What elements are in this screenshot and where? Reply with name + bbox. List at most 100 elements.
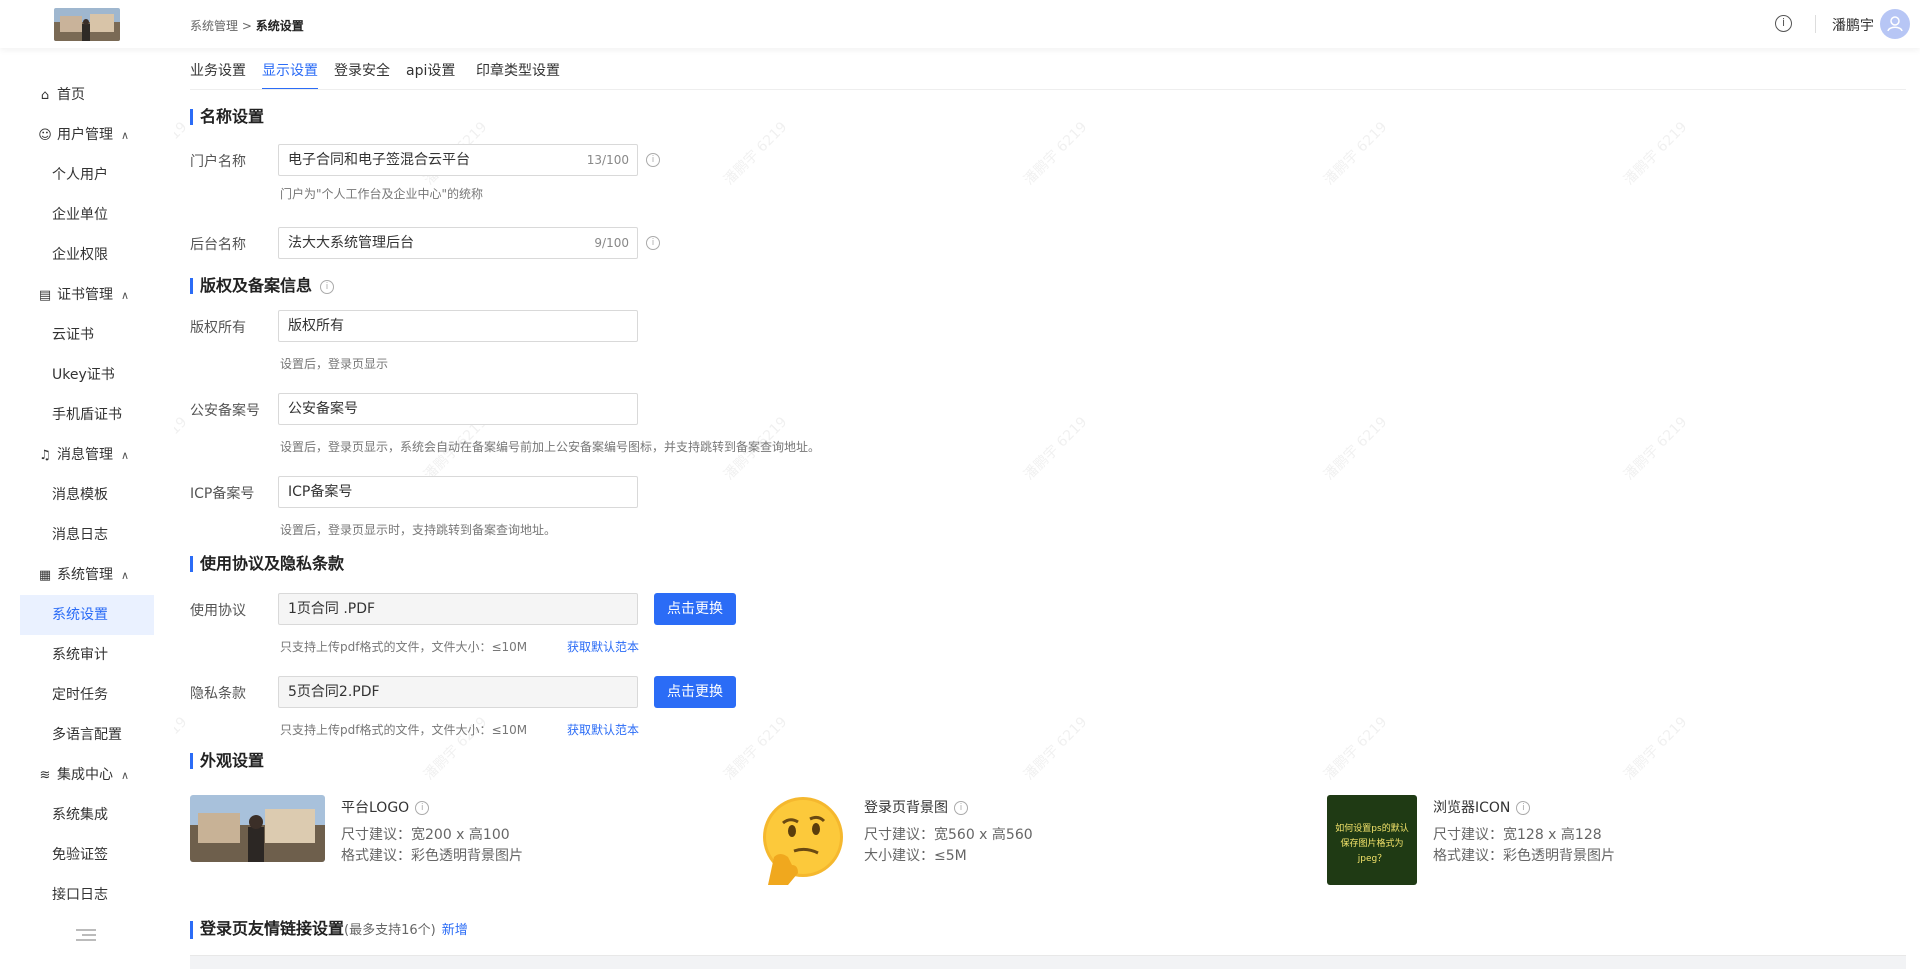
chevron-up-icon: ∧ (121, 569, 130, 582)
get-default-template-link[interactable]: 获取默认范本 (567, 721, 639, 738)
document-icon: ▤ (38, 288, 52, 303)
chevron-up-icon: ∧ (121, 769, 130, 782)
sidebar-group-integration[interactable]: ≋ 集成中心 ∧ (20, 755, 154, 795)
sidebar-item-api-log[interactable]: 接口日志 (20, 875, 154, 915)
sidebar-group-sys-mgmt[interactable]: ▦ 系统管理 ∧ (20, 555, 154, 595)
sidebar-item-exempt-cert[interactable]: 免验证签 (20, 835, 154, 875)
tab-seal-type[interactable]: 印章类型设置 (476, 60, 560, 90)
sidebar-item-ukey-cert[interactable]: Ukey证书 (20, 355, 154, 395)
usage-agreement-label: 使用协议 (190, 603, 246, 619)
avatar[interactable] (1880, 9, 1910, 39)
portal-name-label: 门户名称 (190, 154, 246, 170)
browser-icon-preview[interactable]: 如何设置ps的默认保存图片格式为jpeg？ (1327, 795, 1417, 885)
header-divider (1815, 15, 1816, 33)
copyright-hint: 设置后，登录页显示 (280, 357, 389, 371)
layout-icon: ▦ (38, 568, 52, 583)
sidebar-item-label: 个人用户 (52, 167, 108, 183)
sidebar-group-cert-mgmt[interactable]: ▤ 证书管理 ∧ (20, 275, 154, 315)
portal-name-input[interactable]: 电子合同和电子签混合云平台 13/100 (278, 144, 638, 176)
login-background-filesize-hint: 大小建议：≤5M (864, 848, 967, 864)
tab-login-security[interactable]: 登录安全 (334, 60, 390, 90)
main-content: 潘鹏宇 6219 潘鹏宇 6219 潘鹏宇 6219 潘鹏宇 6219 潘鹏宇 … (174, 48, 1920, 969)
section-title-appearance: 外观设置 (190, 753, 264, 769)
browser-icon-image-text: 如何设置ps的默认保存图片格式为jpeg？ (1335, 824, 1409, 864)
info-circle-icon[interactable]: i (646, 236, 660, 250)
sidebar-item-sys-settings[interactable]: 系统设置 (20, 595, 154, 635)
info-circle-icon[interactable]: i (1775, 15, 1792, 32)
login-background-preview[interactable] (758, 795, 848, 885)
sidebar-item-label: 首页 (57, 87, 85, 103)
privacy-policy-hint: 只支持上传pdf格式的文件，文件大小：≤10M (280, 723, 528, 737)
icp-record-input[interactable]: ICP备案号 (278, 476, 638, 508)
username[interactable]: 潘鹏宇 (1832, 15, 1874, 35)
platform-logo[interactable] (54, 8, 120, 41)
privacy-policy-filename: 5页合同2.PDF (288, 684, 380, 700)
sidebar-item-msg-template[interactable]: 消息模板 (20, 475, 154, 515)
watermark: 潘鹏宇 6219 (1321, 119, 1391, 189)
sidebar-item-label: 云证书 (52, 327, 94, 343)
police-record-input[interactable]: 公安备案号 (278, 393, 638, 425)
info-circle-icon[interactable]: i (1516, 801, 1531, 815)
copyright-value: 版权所有 (288, 318, 344, 334)
section-title-friend-links: 登录页友情链接设置(最多支持16个) 新增 (190, 921, 468, 939)
sidebar-item-enterprise-unit[interactable]: 企业单位 (20, 195, 154, 235)
sidebar-item-scheduled-tasks[interactable]: 定时任务 (20, 675, 154, 715)
breadcrumb-parent[interactable]: 系统管理 (190, 19, 238, 33)
sidebar-group-user-mgmt[interactable]: ☺ 用户管理 ∧ (20, 115, 154, 155)
copyright-input[interactable]: 版权所有 (278, 310, 638, 342)
tab-display[interactable]: 显示设置 (262, 60, 318, 90)
info-circle-icon[interactable]: i (954, 801, 968, 815)
breadcrumb-separator: > (241, 19, 252, 33)
watermark: 潘鹏宇 6219 (1021, 414, 1091, 484)
section-title-name: 名称设置 (190, 109, 264, 125)
sidebar-item-sys-integration[interactable]: 系统集成 (20, 795, 154, 835)
watermark: 潘鹏宇 6219 (1321, 414, 1391, 484)
admin-name-input[interactable]: 法大大系统管理后台 9/100 (278, 227, 638, 259)
watermark: 潘鹏宇 6219 (1621, 414, 1691, 484)
sidebar-item-label: Ukey证书 (52, 367, 115, 383)
tab-business[interactable]: 业务设置 (190, 60, 246, 90)
chevron-up-icon: ∧ (121, 289, 130, 302)
icp-record-value: ICP备案号 (288, 484, 353, 500)
sidebar-item-label: 系统管理 (57, 567, 113, 583)
top-header: 系统管理 > 系统设置 i 潘鹏宇 (0, 0, 1920, 48)
section-title-text: 使用协议及隐私条款 (200, 554, 345, 573)
browser-icon-name: 浏览器ICON i (1433, 797, 1531, 817)
sidebar-group-msg-mgmt[interactable]: ♫ 消息管理 ∧ (20, 435, 154, 475)
char-count: 13/100 (586, 153, 629, 167)
breadcrumb: 系统管理 > 系统设置 (190, 17, 304, 34)
section-title-text: 登录页友情链接设置 (200, 919, 345, 938)
chevron-up-icon: ∧ (121, 449, 130, 462)
sidebar-item-label: 系统集成 (52, 807, 108, 823)
sidebar-item-label: 手机盾证书 (52, 407, 122, 423)
info-circle-icon[interactable]: i (646, 153, 660, 167)
watermark: 潘鹏宇 6219 (174, 714, 191, 783)
asset-title: 浏览器ICON (1433, 800, 1511, 816)
sidebar: ⌂ 首页 ☺ 用户管理 ∧ 个人用户 企业单位 企业权限 ▤ 证书管理 ∧ 云证书 Uke… (0, 48, 174, 969)
sidebar-item-sys-audit[interactable]: 系统审计 (20, 635, 154, 675)
watermark: 潘鹏宇 6219 (721, 119, 791, 189)
replace-privacy-policy-button[interactable]: 点击更换 (654, 676, 736, 708)
sidebar-item-enterprise-perm[interactable]: 企业权限 (20, 235, 154, 275)
sidebar-item-msg-log[interactable]: 消息日志 (20, 515, 154, 555)
usage-agreement-hint: 只支持上传pdf格式的文件，文件大小：≤10M (280, 640, 528, 654)
breadcrumb-current: 系统设置 (255, 19, 304, 33)
platform-logo-preview[interactable] (190, 795, 325, 862)
tab-api[interactable]: api设置 (406, 60, 455, 90)
info-circle-icon[interactable]: i (320, 279, 335, 294)
collapse-menu-icon[interactable] (76, 926, 96, 944)
sidebar-item-multilang[interactable]: 多语言配置 (20, 715, 154, 755)
add-friend-link-button[interactable]: 新增 (442, 923, 468, 938)
get-default-template-link[interactable]: 获取默认范本 (567, 638, 639, 655)
browser-icon-format-hint: 格式建议：彩色透明背景图片 (1433, 848, 1615, 864)
replace-usage-agreement-button[interactable]: 点击更换 (654, 593, 736, 625)
sidebar-item-personal-user[interactable]: 个人用户 (20, 155, 154, 195)
section-title-text: 版权及备案信息 (200, 276, 313, 295)
sidebar-item-cloud-cert[interactable]: 云证书 (20, 315, 154, 355)
info-circle-icon[interactable]: i (415, 801, 430, 815)
sidebar-item-label: 证书管理 (57, 287, 113, 303)
sidebar-item-label: 免验证签 (52, 847, 108, 863)
sidebar-item-mobile-shield-cert[interactable]: 手机盾证书 (20, 395, 154, 435)
sidebar-item-home[interactable]: ⌂ 首页 (20, 75, 154, 115)
friend-links-table-header (190, 955, 1906, 969)
